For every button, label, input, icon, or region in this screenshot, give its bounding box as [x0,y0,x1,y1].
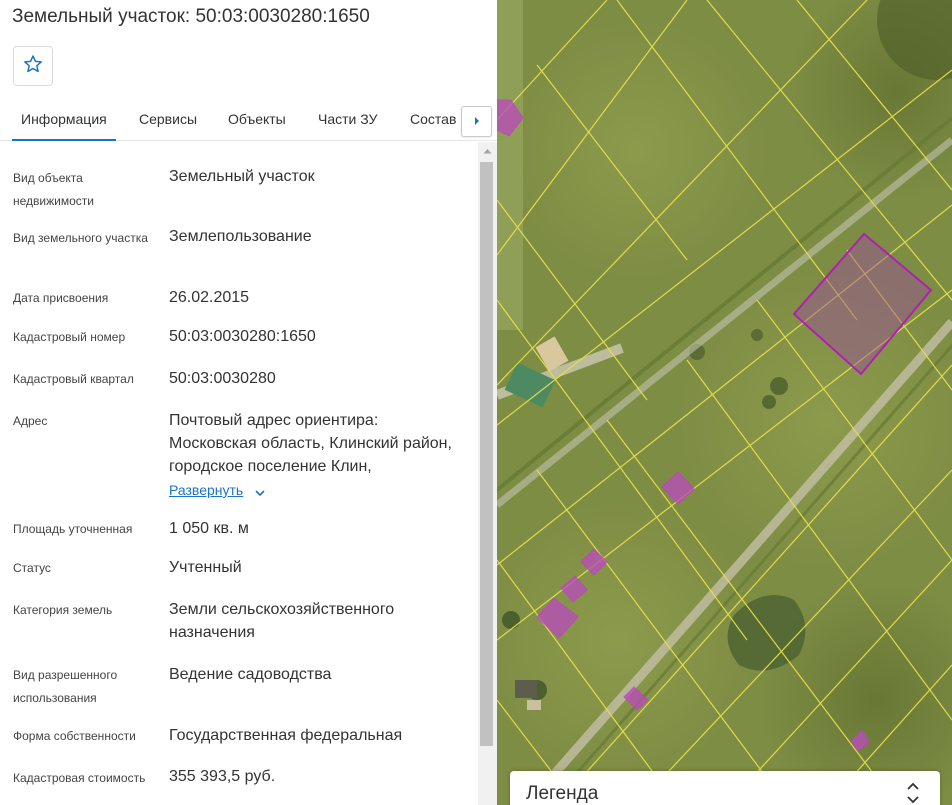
field-label-cadastral-value: Кадастровая стоимость [13,771,146,785]
field-value-status: Учтенный [169,559,242,576]
field-label-cadastral-number: Кадастровый номер [13,330,126,344]
map-view[interactable] [497,0,952,805]
tab-services[interactable]: Сервисы [139,111,197,127]
legend-panel[interactable]: Легенда [510,771,940,805]
field-value-object-type: Земельный участок [169,168,315,185]
tabs-next-button[interactable] [461,106,492,137]
favorite-button[interactable] [13,46,53,86]
field-value-date: 26.02.2015 [169,289,250,306]
expand-address-link[interactable]: Развернуть [169,482,243,498]
field-value-cadastral-value: 355 393,5 руб. [169,768,276,785]
tab-parts[interactable]: Части ЗУ [318,111,377,127]
field-label-land-type: Вид земельного участка [13,231,148,245]
field-value-permitted-use: Ведение садоводства [169,666,332,683]
scrollbar[interactable] [478,142,497,805]
field-label-status: Статус [13,561,51,575]
page-title: Земельный участок: 50:03:0030280:1650 [12,6,370,27]
scrollbar-thumb[interactable] [480,162,493,746]
field-value-cadastral-quarter: 50:03:0030280 [169,370,276,387]
field-label-permitted-use: Вид разрешенного использования [13,668,118,705]
field-value-land-category: Земли сельскохозяйственного назначения [169,601,395,641]
field-value-address: Почтовый адрес ориентира: Московская обл… [169,412,452,475]
field-label-land-category: Категория земель [13,603,113,617]
star-outline-icon [23,54,43,79]
field-value-area: 1 050 кв. м [169,520,249,537]
caret-right-icon [473,113,481,131]
tab-information[interactable]: Информация [12,111,116,141]
field-label-ownership: Форма собственности [13,729,136,743]
satellite-map[interactable] [497,0,952,805]
tab-objects[interactable]: Объекты [228,111,286,127]
tab-composition[interactable]: Состав [410,111,456,127]
tab-bar: Информация Сервисы Объекты Части ЗУ Сост… [0,104,497,141]
info-list: Вид объекта недвижимости Земельный участ… [0,142,478,805]
field-label-object-type: Вид объекта недвижимости [13,171,94,208]
field-label-cadastral-quarter: Кадастровый квартал [13,372,134,386]
field-value-ownership: Государственная федеральная [169,727,403,744]
field-value-cadastral-number: 50:03:0030280:1650 [169,328,316,345]
legend-title: Легенда [526,783,599,804]
chevron-down-icon[interactable] [254,486,266,498]
scroll-up-arrow-icon[interactable] [478,142,497,160]
field-value-land-type: Землепользование [169,228,312,245]
field-label-address: Адрес [13,414,48,428]
info-panel: Земельный участок: 50:03:0030280:1650 Ин… [0,0,497,805]
field-label-date: Дата присвоения [13,291,109,305]
chevron-up-down-icon[interactable] [906,782,920,804]
field-label-area: Площадь уточненная [13,522,133,536]
